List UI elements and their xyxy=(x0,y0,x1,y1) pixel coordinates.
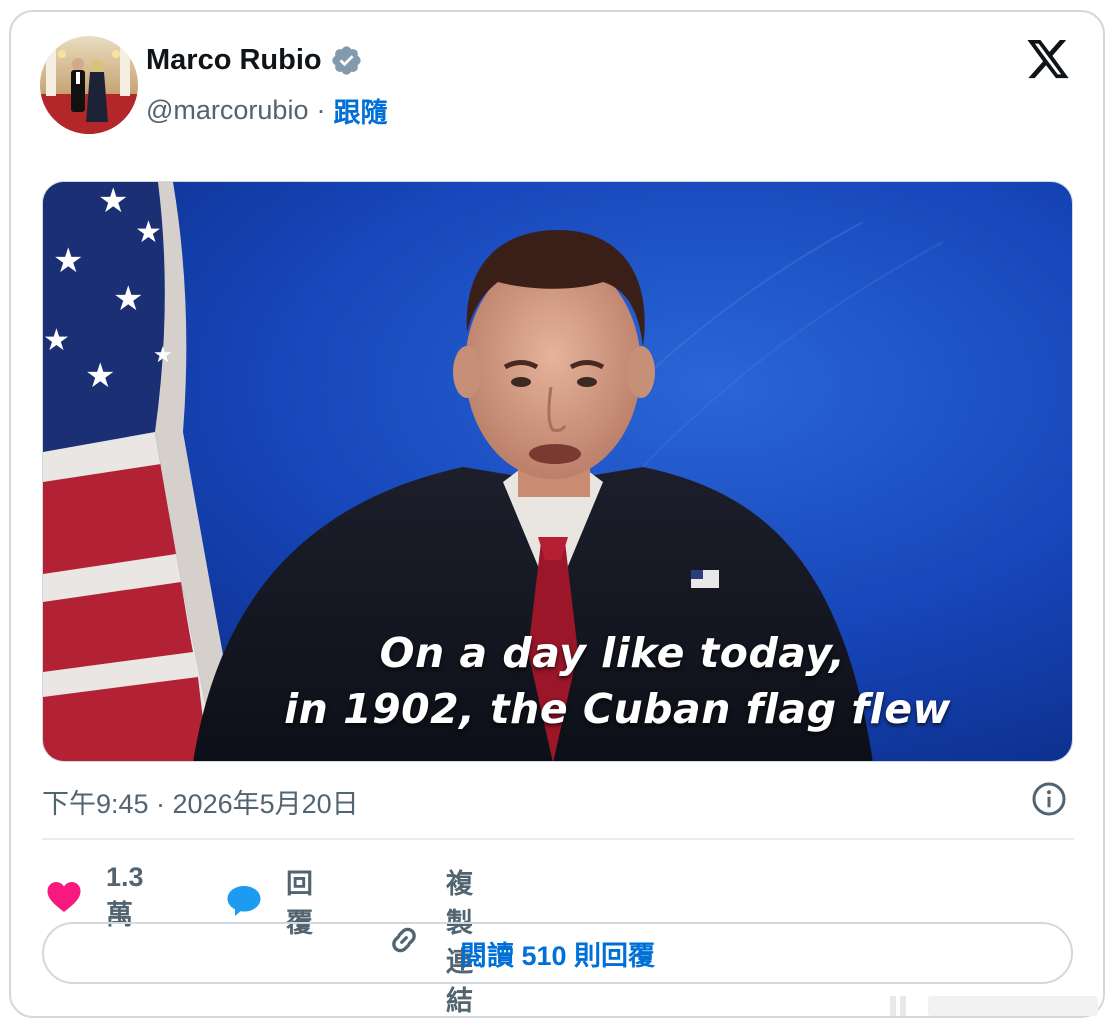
watermark xyxy=(888,988,1108,1022)
svg-text:★: ★ xyxy=(113,279,143,319)
svg-text:★: ★ xyxy=(85,356,115,396)
video-caption-line2: in 1902, the Cuban flag flew xyxy=(284,685,951,733)
tweet-video[interactable]: ★ ★ ★ ★ ★ ★ ★ On a day like today, in 19… xyxy=(42,181,1073,762)
read-replies-button[interactable]: 閱讀 510 則回覆 xyxy=(42,922,1073,984)
svg-text:★: ★ xyxy=(135,215,162,250)
svg-text:★: ★ xyxy=(153,343,173,368)
tweet-timestamp[interactable]: 下午9:45 · 2026年5月20日 xyxy=(42,782,359,821)
author-avatar[interactable] xyxy=(40,36,138,134)
follow-link[interactable]: 跟隨 xyxy=(333,91,387,130)
speech-bubble-icon xyxy=(226,884,262,918)
author-handle[interactable]: @marcorubio xyxy=(146,95,308,126)
separator-dot: · xyxy=(316,95,326,125)
info-icon[interactable] xyxy=(1031,781,1067,817)
x-logo-icon[interactable] xyxy=(1025,40,1071,82)
author-name-row[interactable]: Marco Rubio xyxy=(146,44,363,77)
svg-text:★: ★ xyxy=(98,182,128,221)
svg-text:★: ★ xyxy=(53,241,83,281)
heart-icon xyxy=(46,880,82,914)
author-handle-row: @marcorubio · 跟隨 xyxy=(146,91,387,130)
author-name[interactable]: Marco Rubio xyxy=(146,44,322,77)
verified-badge-icon xyxy=(330,44,363,77)
video-caption-line1: On a day like today, xyxy=(379,629,846,677)
divider xyxy=(42,838,1074,840)
svg-text:★: ★ xyxy=(43,323,70,358)
